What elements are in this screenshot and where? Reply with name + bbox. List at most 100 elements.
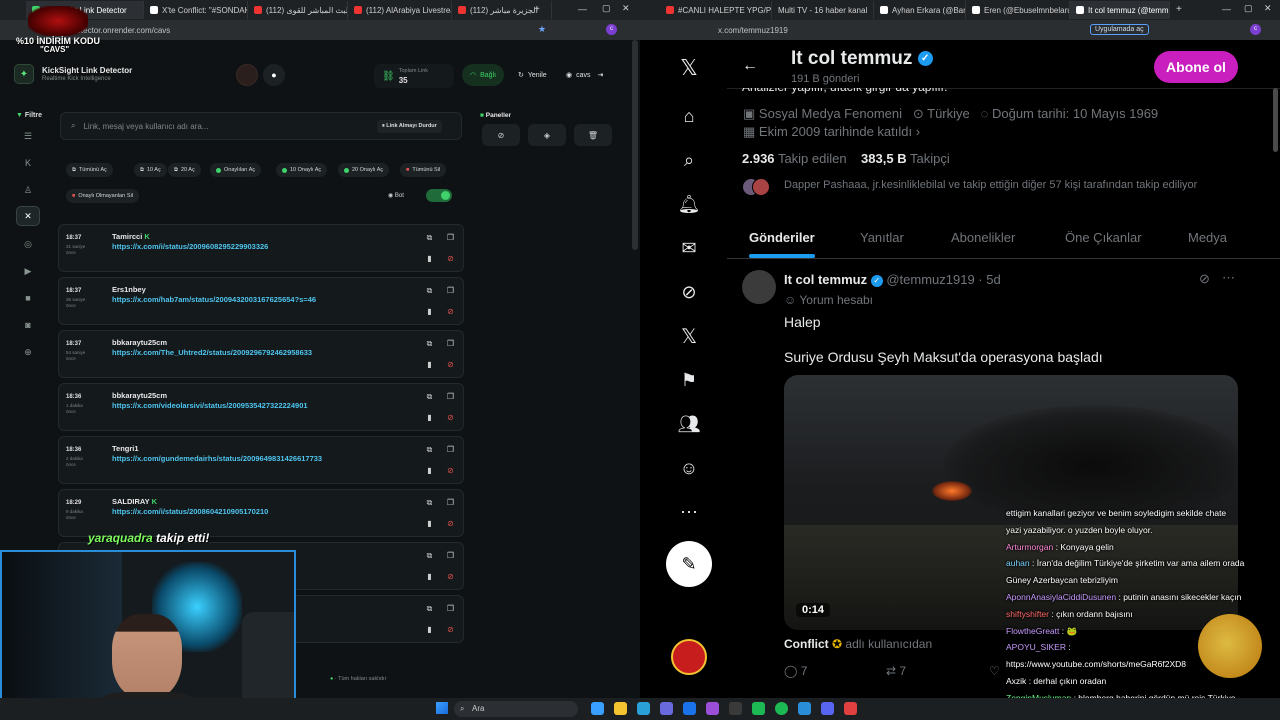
open-link-icon[interactable]: ⧉	[425, 551, 434, 560]
search-icon[interactable]: ⌕	[676, 147, 702, 173]
notifications-bell-icon[interactable]: 🔔︎	[676, 191, 702, 217]
source-name[interactable]: Conflict	[784, 637, 829, 651]
copy-icon[interactable]: ❐	[446, 604, 455, 613]
back-arrow-icon[interactable]: ←	[742, 57, 758, 75]
right-scrollbar[interactable]	[1273, 88, 1278, 152]
like-action[interactable]: ♡	[989, 664, 1000, 678]
tab-it-col-temmuz[interactable]: It col temmuz (@temmu	[1070, 1, 1170, 19]
chip-open-10[interactable]: ⧉ 10 Aç	[134, 163, 167, 177]
chip-delete-unapproved[interactable]: ■ Onaylı Olmayanları Sil	[66, 189, 140, 203]
chip-open-10-approved[interactable]: 10 Onaylı Aç	[276, 163, 328, 177]
tab-canli-halep[interactable]: #CANLI HALEPTE YPG/P	[660, 1, 772, 19]
open-in-app-button[interactable]: Uygulamada aç	[1090, 24, 1149, 35]
copy-icon[interactable]: ❐	[446, 392, 455, 401]
panel-shield-button[interactable]: ◈	[528, 124, 566, 146]
discord-icon[interactable]	[660, 702, 673, 715]
card-link[interactable]: https://x.com/The_Uhtred2/status/2009296…	[112, 348, 312, 357]
spotify-icon[interactable]	[775, 702, 788, 715]
copy-icon[interactable]: ❐	[446, 498, 455, 507]
x-logo-icon[interactable]: 𝕏	[676, 55, 702, 81]
open-link-icon[interactable]: ⧉	[425, 286, 434, 295]
kick-icon[interactable]: K	[16, 153, 40, 173]
panel-hide-button[interactable]: ⊘	[482, 124, 520, 146]
apple-icon[interactable]: ●	[263, 64, 285, 86]
left-scrollbar[interactable]	[632, 40, 638, 250]
close-icon[interactable]: ✕	[1264, 3, 1272, 14]
tab-replies[interactable]: Yanıtlar	[860, 230, 904, 245]
bot-toggle[interactable]	[426, 189, 452, 202]
link-card[interactable]: 18:36 2 dakika önce Tengri1 https://x.com/g…	[58, 436, 464, 484]
new-tab-icon[interactable]: +	[534, 4, 540, 15]
taskbar-app-icon[interactable]	[706, 702, 719, 715]
post-handle[interactable]: @temmuz1919	[886, 272, 974, 287]
communities-icon[interactable]: 👥︎	[676, 411, 702, 437]
open-link-icon[interactable]: ⧉	[425, 339, 434, 348]
chip-open-all[interactable]: ⧉ Tümünü Aç	[66, 163, 113, 177]
block-icon[interactable]: ⊘	[446, 254, 455, 263]
url-text[interactable]: x.com/temmuz1919	[718, 26, 788, 35]
right-url-bar[interactable]: x.com/temmuz1919 Uygulamada aç c	[640, 20, 1280, 40]
subscribe-button[interactable]: Abone ol	[1154, 51, 1238, 83]
chip-delete-all[interactable]: ■ Tümünü Sil	[400, 163, 447, 177]
chrome-icon[interactable]	[683, 702, 696, 715]
search-input[interactable]: ⌕ Link, mesaj veya kullanıcı adı ara... …	[60, 112, 462, 140]
post-avatar[interactable]	[742, 270, 776, 304]
user-group-icon[interactable]: ♙	[16, 180, 40, 200]
windows-start-icon[interactable]	[436, 702, 448, 714]
minimize-icon[interactable]: —	[578, 4, 587, 14]
stop-links-button[interactable]: ⏸ Link Almayı Durdur	[377, 120, 442, 133]
link-card[interactable]: 18:36 1 dakika önce bbkaraytu25cm https://x…	[58, 383, 464, 431]
block-icon[interactable]: ⊘	[446, 572, 455, 581]
tab-x-conflict[interactable]: X'te Conflict: "#SONDAKİ	[144, 1, 248, 19]
following-label[interactable]: Takip edilen	[778, 151, 847, 166]
open-link-icon[interactable]: ⧉	[425, 392, 434, 401]
link-card[interactable]: 18:37 36 saniye önce Ers1nbey https://x.com…	[58, 277, 464, 325]
more-options-icon[interactable]: ⋯	[676, 499, 702, 525]
card-link[interactable]: https://x.com/videolarsivi/status/200953…	[112, 401, 308, 410]
instagram-icon[interactable]: ◎	[16, 234, 40, 254]
tab-media[interactable]: Medya	[1188, 230, 1227, 245]
copy-icon[interactable]: ❐	[446, 551, 455, 560]
open-link-icon[interactable]: ⧉	[425, 445, 434, 454]
camera-icon[interactable]: ◙	[16, 315, 40, 335]
taskbar-app-icon[interactable]	[591, 702, 604, 715]
bookmark-star-icon[interactable]: ★	[538, 24, 546, 35]
open-link-icon[interactable]: ⧉	[425, 498, 434, 507]
maximize-icon[interactable]: ▢	[602, 3, 611, 14]
tab-posts[interactable]: Gönderiler	[749, 230, 815, 245]
delete-icon[interactable]: ▮	[425, 572, 434, 581]
open-link-icon[interactable]: ⧉	[425, 604, 434, 613]
tab-eren[interactable]: Eren (@Ebuselmnbelaru	[966, 1, 1070, 19]
file-explorer-icon[interactable]	[614, 702, 627, 715]
theme-toggle-icon[interactable]	[236, 64, 258, 86]
refresh-button[interactable]: ↻ Yenile	[510, 64, 555, 86]
followers-count[interactable]: 383,5 B	[861, 151, 907, 166]
compose-post-button[interactable]: ✎	[666, 541, 712, 587]
open-link-icon[interactable]: ⧉	[425, 233, 434, 242]
profile-avatar[interactable]: c	[1250, 24, 1261, 35]
tab-multi-tv[interactable]: Multi TV - 16 haber kanal	[772, 1, 874, 19]
taskbar-app-icon[interactable]	[637, 702, 650, 715]
menu-icon[interactable]: ☰	[16, 126, 40, 146]
grok-icon[interactable]: ⊘	[1199, 271, 1210, 287]
block-icon[interactable]: ⊘	[446, 307, 455, 316]
copy-icon[interactable]: ❐	[446, 286, 455, 295]
copy-icon[interactable]: ❐	[446, 339, 455, 348]
tab-highlights[interactable]: Öne Çıkanlar	[1065, 230, 1142, 245]
logout-icon[interactable]: ⇥	[598, 71, 604, 79]
x-filter-icon[interactable]: ✕	[16, 206, 40, 226]
link-card[interactable]: 18:29 9 dakika önce SALDIRAY Khttps://x.co…	[58, 489, 464, 537]
chip-open-20[interactable]: ⧉ 20 Aç	[168, 163, 201, 177]
maximize-icon[interactable]: ▢	[1244, 3, 1253, 14]
panel-trash-button[interactable]: 🗑	[574, 124, 612, 146]
chip-open-approved[interactable]: Onaylıları Aç	[210, 163, 262, 177]
repost-action[interactable]: ⇄ 7	[886, 664, 906, 678]
spotify-icon[interactable]	[752, 702, 765, 715]
copy-icon[interactable]: ❐	[446, 445, 455, 454]
tab-alarabiya[interactable]: (112) AlArabiya Livestrea	[348, 1, 452, 19]
connected-button[interactable]: ◠ Bağlı	[462, 64, 505, 86]
delete-icon[interactable]: ▮	[425, 519, 434, 528]
profile-avatar[interactable]: c	[606, 24, 617, 35]
taskbar-app-icon[interactable]	[821, 702, 834, 715]
post-author-name[interactable]: It col temmuz	[784, 272, 867, 287]
